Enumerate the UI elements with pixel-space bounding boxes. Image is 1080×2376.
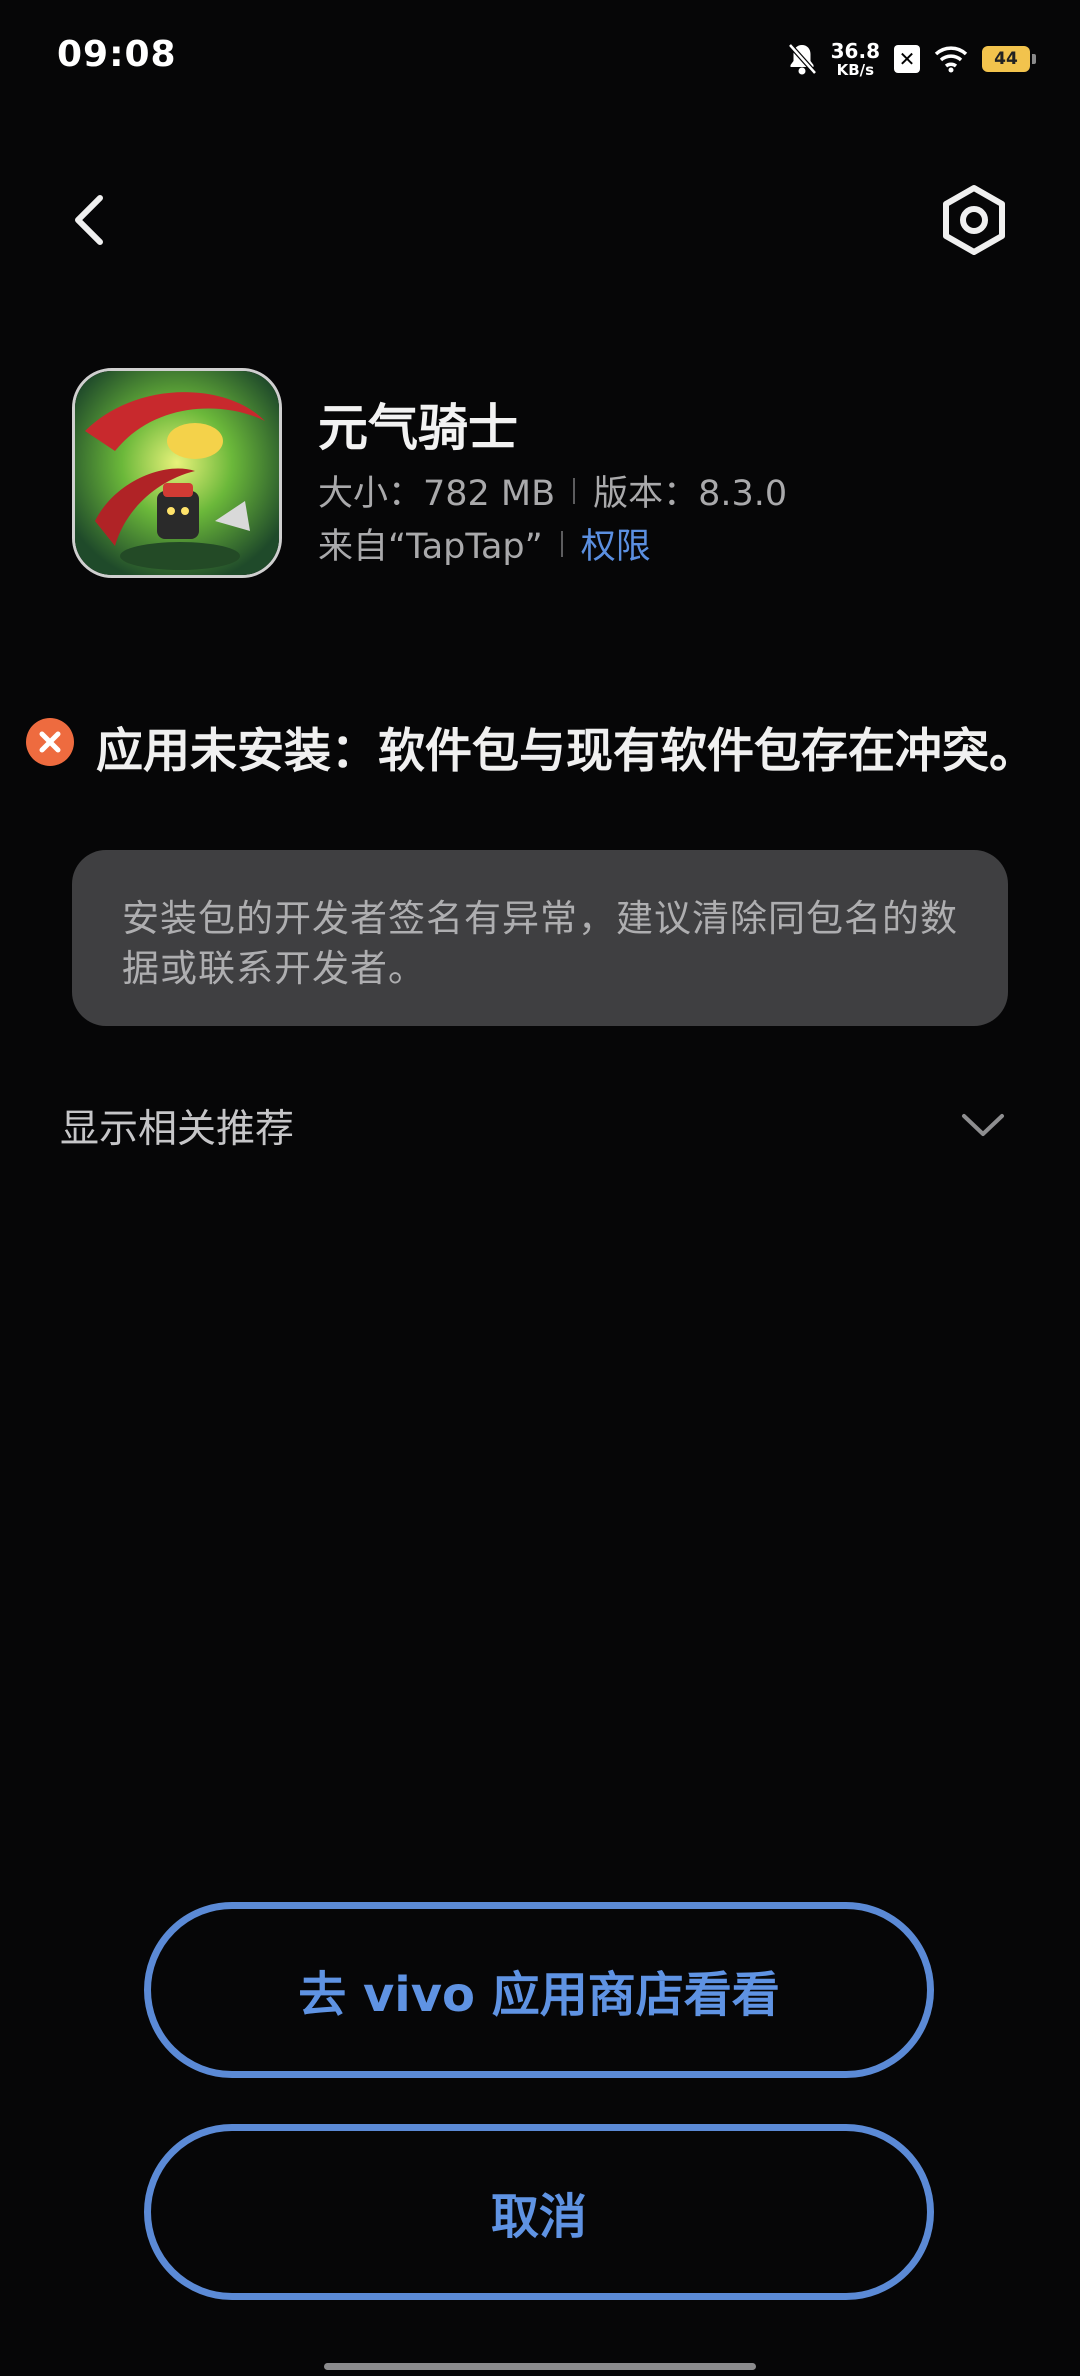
error-circle-icon <box>26 718 74 766</box>
cancel-button[interactable]: 取消 <box>144 2124 934 2300</box>
settings-button[interactable] <box>934 180 1014 260</box>
divider <box>560 530 563 557</box>
app-version: 版本：8.3.0 <box>593 474 788 514</box>
status-icons: 36.8 KB/s ✕ 44 <box>787 34 1036 84</box>
related-recommendations-toggle[interactable]: 显示相关推荐 <box>60 1098 294 1154</box>
hex-settings-icon <box>943 185 1005 255</box>
info-card: 安装包的开发者签名有异常，建议清除同包名的数据或联系开发者。 <box>72 850 1008 1026</box>
status-time: 09:08 <box>57 34 177 75</box>
battery-level: 44 <box>994 49 1018 69</box>
chevron-left-icon <box>75 195 103 245</box>
divider <box>573 477 576 504</box>
network-speed: 36.8 KB/s <box>831 41 880 78</box>
back-button[interactable] <box>60 180 120 260</box>
app-icon <box>72 368 282 578</box>
app-size-version: 大小：782 MB 版本：8.3.0 <box>318 465 787 516</box>
app-name: 元气骑士 <box>318 399 518 457</box>
close-box-icon: ✕ <box>894 45 920 73</box>
app-size: 大小：782 MB <box>318 474 556 514</box>
info-card-text: 安装包的开发者签名有异常，建议清除同包名的数据或联系开发者。 <box>122 897 958 990</box>
app-source: 来自“TapTap” <box>318 527 543 567</box>
go-to-vivo-store-button[interactable]: 去 vivo 应用商店看看 <box>144 1902 934 2078</box>
bell-off-icon <box>787 43 817 75</box>
home-indicator[interactable] <box>324 2363 756 2370</box>
battery-icon: 44 <box>982 46 1036 72</box>
wifi-icon <box>934 46 968 73</box>
chevron-down-icon[interactable] <box>960 1110 1006 1140</box>
app-source-row: 来自“TapTap” 权限 <box>318 518 651 569</box>
permissions-link[interactable]: 权限 <box>581 518 651 569</box>
game-art-icon <box>75 371 279 575</box>
net-speed-value: 36.8 <box>830 38 880 63</box>
net-speed-unit: KB/s <box>836 60 875 79</box>
error-message: 应用未安装：软件包与现有软件包存在冲突。 <box>96 724 1036 779</box>
